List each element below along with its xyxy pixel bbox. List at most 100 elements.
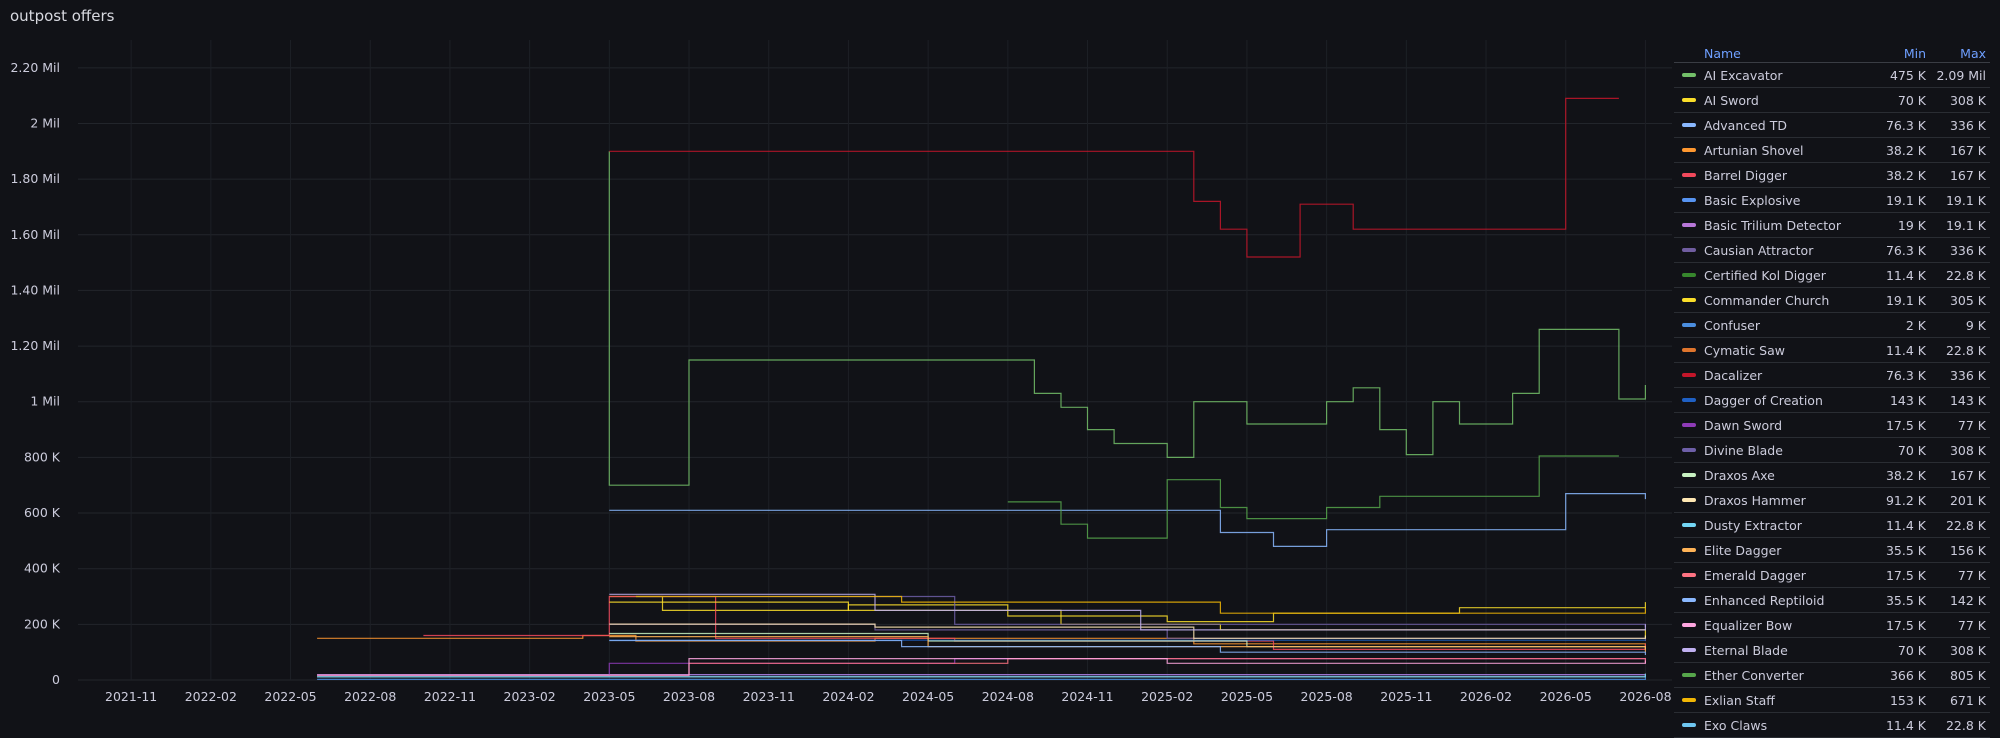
legend-series-max: 2.09 Mil xyxy=(1936,67,1986,83)
legend-row[interactable]: Dusty Extractor 11.4 K 22.8 K xyxy=(1674,513,1990,538)
legend-series-name: Elite Dagger xyxy=(1704,542,1782,558)
legend-swatch xyxy=(1682,348,1696,352)
legend-series-min: 17.5 K xyxy=(1885,567,1926,583)
x-tick-label: 2026-02 xyxy=(1460,689,1512,704)
legend-series-min: 17.5 K xyxy=(1885,417,1926,433)
legend-swatch xyxy=(1682,573,1696,577)
series-line-equalizer-bow[interactable] xyxy=(317,658,1646,676)
legend-row[interactable]: Basic Trilium Detector 19 K 19.1 K xyxy=(1674,213,1990,238)
legend-series-name: Exo Claws xyxy=(1704,717,1768,733)
legend-swatch xyxy=(1682,548,1696,552)
legend-row[interactable]: Certified Kol Digger 11.4 K 22.8 K xyxy=(1674,263,1990,288)
legend-series-name: Ether Converter xyxy=(1704,667,1804,683)
legend-row[interactable]: Enhanced Reptiloid 35.5 K 142 K xyxy=(1674,588,1990,613)
legend-series-name: Eternal Blade xyxy=(1704,642,1788,658)
legend-swatch xyxy=(1682,73,1696,77)
series-line-emerald-dagger[interactable] xyxy=(317,658,1646,676)
legend-series-min: 35.5 K xyxy=(1885,592,1926,608)
legend-swatch xyxy=(1682,123,1696,127)
legend-row[interactable]: Elite Dagger 35.5 K 156 K xyxy=(1674,538,1990,563)
legend-series-name: Dagger of Creation xyxy=(1704,392,1823,408)
y-tick-label: 1.80 Mil xyxy=(10,171,60,186)
legend-row[interactable]: Equalizer Bow 17.5 K 77 K xyxy=(1674,613,1990,638)
series-line-ai-excavator[interactable] xyxy=(608,151,1646,486)
legend-series-max: 156 K xyxy=(1949,542,1986,558)
legend-header-min[interactable]: Min xyxy=(1864,46,1926,61)
legend-header-name[interactable]: Name xyxy=(1674,46,1864,61)
x-tick-label: 2023-05 xyxy=(583,689,635,704)
x-tick-label: 2026-05 xyxy=(1540,689,1592,704)
legend-row[interactable]: Eternal Blade 70 K 308 K xyxy=(1674,638,1990,663)
legend-row[interactable]: Emerald Dagger 17.5 K 77 K xyxy=(1674,563,1990,588)
legend-series-min: 76.3 K xyxy=(1885,367,1926,383)
legend-series-max: 167 K xyxy=(1949,167,1986,183)
legend-swatch xyxy=(1682,98,1696,102)
legend-row[interactable]: AI Sword 70 K 308 K xyxy=(1674,88,1990,113)
legend-series-max: 805 K xyxy=(1949,667,1986,683)
x-tick-label: 2024-08 xyxy=(982,689,1034,704)
y-tick-label: 800 K xyxy=(24,449,61,464)
series-line-ai-sword[interactable] xyxy=(609,595,1646,623)
legend-swatch xyxy=(1682,448,1696,452)
series-line-dawn-sword[interactable] xyxy=(317,658,1646,676)
legend-row[interactable]: Draxos Axe 38.2 K 167 K xyxy=(1674,463,1990,488)
series-line-confuser[interactable] xyxy=(317,677,1646,680)
legend-series-max: 201 K xyxy=(1949,492,1986,508)
legend-series-min: 38.2 K xyxy=(1885,167,1926,183)
legend-row[interactable]: Dacalizer 76.3 K 336 K xyxy=(1674,363,1990,388)
legend-series-max: 308 K xyxy=(1949,92,1986,108)
legend-row[interactable]: Ether Converter 366 K 805 K xyxy=(1674,663,1990,688)
x-tick-label: 2024-11 xyxy=(1061,689,1113,704)
legend-series-max: 77 K xyxy=(1957,567,1986,583)
legend-row[interactable]: Barrel Digger 38.2 K 167 K xyxy=(1674,163,1990,188)
legend-swatch xyxy=(1682,223,1696,227)
legend-row[interactable]: AI Excavator 475 K 2.09 Mil xyxy=(1674,63,1990,88)
legend-series-name: Certified Kol Digger xyxy=(1704,267,1826,283)
legend-row[interactable]: Dagger of Creation 143 K 143 K xyxy=(1674,388,1990,413)
legend-row[interactable]: Dawn Sword 17.5 K 77 K xyxy=(1674,413,1990,438)
legend-series-min: 70 K xyxy=(1897,442,1926,458)
y-tick-label: 1.20 Mil xyxy=(10,338,60,353)
legend-swatch xyxy=(1682,373,1696,377)
legend-row[interactable]: Confuser 2 K 9 K xyxy=(1674,313,1990,338)
panel-title: outpost offers xyxy=(10,7,115,25)
legend-row[interactable]: Advanced TD 76.3 K 336 K xyxy=(1674,113,1990,138)
legend-header-max[interactable]: Max xyxy=(1926,46,1990,61)
series-line-enhanced-reptiloid[interactable] xyxy=(609,639,1646,656)
legend-row[interactable]: Artunian Shovel 38.2 K 167 K xyxy=(1674,138,1990,163)
series-line-ether-converter[interactable] xyxy=(1007,455,1619,539)
legend-series-min: 38.2 K xyxy=(1885,142,1926,158)
legend-series-max: 143 K xyxy=(1949,392,1986,408)
legend-series-name: Cymatic Saw xyxy=(1704,342,1785,358)
legend-series-min: 17.5 K xyxy=(1885,617,1926,633)
legend-swatch xyxy=(1682,698,1696,702)
legend-row[interactable]: Exlian Staff 153 K 671 K xyxy=(1674,688,1990,713)
legend-series-max: 19.1 K xyxy=(1945,192,1986,208)
x-tick-label: 2025-11 xyxy=(1380,689,1432,704)
legend-series-min: 70 K xyxy=(1897,642,1926,658)
legend-row[interactable]: Causian Attractor 76.3 K 336 K xyxy=(1674,238,1990,263)
legend-row[interactable]: Divine Blade 70 K 308 K xyxy=(1674,438,1990,463)
legend-row[interactable]: Draxos Hammer 91.2 K 201 K xyxy=(1674,488,1990,513)
x-tick-label: 2026-08 xyxy=(1619,689,1671,704)
legend-row[interactable]: Cymatic Saw 11.4 K 22.8 K xyxy=(1674,338,1990,363)
legend-swatch xyxy=(1682,648,1696,652)
plot-area[interactable] xyxy=(317,97,1646,680)
x-tick-label: 2024-05 xyxy=(902,689,954,704)
legend-series-max: 167 K xyxy=(1949,142,1986,158)
legend-row[interactable]: Basic Explosive 19.1 K 19.1 K xyxy=(1674,188,1990,213)
legend-series-min: 35.5 K xyxy=(1885,542,1926,558)
legend-series-max: 22.8 K xyxy=(1945,517,1986,533)
series-line-dacalizer[interactable] xyxy=(609,97,1619,258)
legend-series-min: 475 K xyxy=(1889,67,1926,83)
legend-swatch xyxy=(1682,723,1696,727)
y-tick-label: 600 K xyxy=(24,505,61,520)
legend-swatch xyxy=(1682,398,1696,402)
legend-series-min: 11.4 K xyxy=(1885,342,1926,358)
legend-series-name: Exlian Staff xyxy=(1704,692,1775,708)
time-series-chart[interactable]: 0 200 K 400 K 600 K 800 K 1 Mil 1.20 Mil 1.40 M… xyxy=(0,40,1674,717)
legend-series-max: 308 K xyxy=(1949,442,1986,458)
legend-swatch xyxy=(1682,473,1696,477)
legend-row[interactable]: Commander Church 19.1 K 305 K xyxy=(1674,288,1990,313)
legend-series-max: 19.1 K xyxy=(1945,217,1986,233)
